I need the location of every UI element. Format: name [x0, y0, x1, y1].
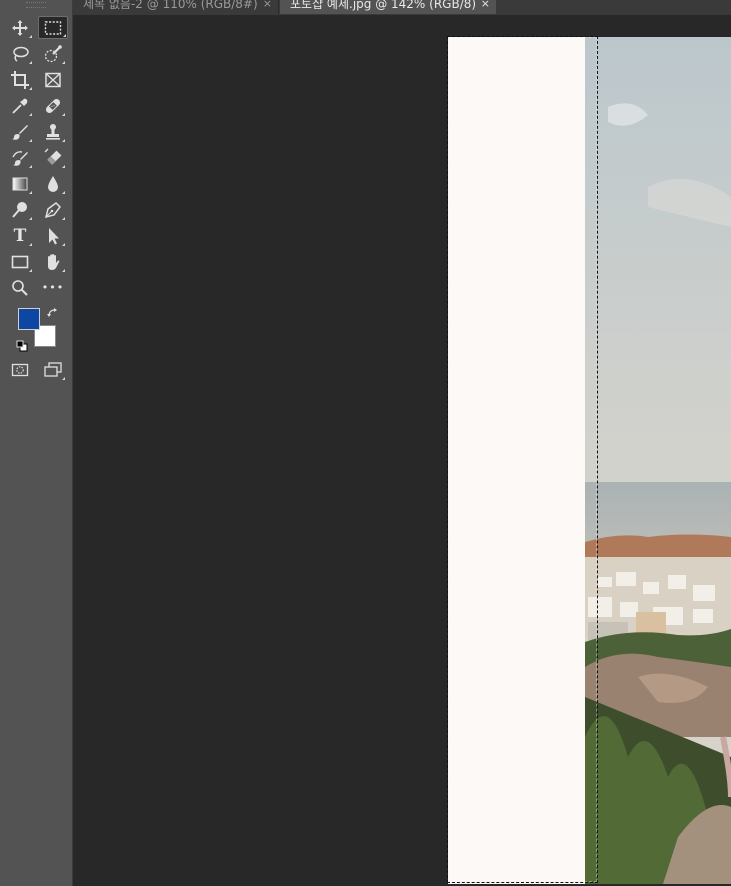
- zoom-icon: [12, 280, 28, 296]
- arrow-icon: [49, 228, 59, 245]
- tab-label: 제목 없음-2 @ 110% (RGB/8#): [83, 0, 258, 11]
- pen-tool[interactable]: [40, 199, 66, 221]
- drop-icon: [48, 176, 58, 192]
- move-tool[interactable]: [7, 17, 33, 39]
- brush-tool[interactable]: [7, 121, 33, 143]
- swap-colors-icon[interactable]: [47, 306, 61, 320]
- hand-tool[interactable]: [40, 251, 66, 273]
- frame-tool[interactable]: [40, 69, 66, 91]
- default-colors-icon[interactable]: [16, 340, 28, 352]
- rectangular-marquee-tool[interactable]: [38, 16, 68, 39]
- quick-mask-icon: [11, 363, 29, 377]
- eyedropper-icon: [12, 98, 28, 114]
- eraser-tool[interactable]: [40, 147, 66, 169]
- eraser-icon: [44, 148, 62, 165]
- healing-brush-tool[interactable]: [40, 95, 66, 117]
- screen-mode-icon: [44, 362, 62, 377]
- edit-toolbar[interactable]: •••: [40, 277, 66, 299]
- zoom-tool[interactable]: [7, 277, 33, 299]
- pen-icon: [44, 202, 61, 219]
- rectangle-icon: [11, 255, 29, 269]
- eyedropper-tool[interactable]: [7, 95, 33, 117]
- stamp-icon: [46, 124, 60, 140]
- clone-stamp-tool[interactable]: [40, 121, 66, 143]
- quick-selection-tool[interactable]: [40, 43, 66, 65]
- tab-label: 포토샵 예제.jpg @ 142% (RGB/8): [290, 0, 477, 11]
- lasso-tool[interactable]: [7, 43, 33, 65]
- frame-icon: [45, 72, 61, 88]
- gradient-tool[interactable]: [7, 173, 33, 195]
- bandage-icon: [45, 98, 61, 114]
- gradient-icon: [12, 177, 28, 191]
- close-tab-icon[interactable]: ×: [481, 0, 490, 14]
- crop-icon: [11, 71, 29, 89]
- screen-mode[interactable]: [40, 359, 66, 381]
- path-selection-tool[interactable]: [40, 225, 66, 247]
- document-tab-photoshop-example[interactable]: 포토샵 예제.jpg @ 142% (RGB/8) ×: [280, 0, 496, 14]
- document-image[interactable]: [448, 37, 731, 884]
- document-tab-untitled-2[interactable]: 제목 없음-2 @ 110% (RGB/8#) ×: [73, 0, 279, 14]
- type-tool[interactable]: T: [7, 225, 33, 247]
- hand-icon: [48, 254, 60, 270]
- history-brush-tool[interactable]: [7, 147, 33, 169]
- document-tab-bar: 제목 없음-2 @ 110% (RGB/8#) × 포토샵 예제.jpg @ 1…: [73, 0, 731, 15]
- tools-panel: T •••: [0, 0, 73, 886]
- blur-tool[interactable]: [40, 173, 66, 195]
- foreground-color-swatch[interactable]: [18, 308, 40, 330]
- document-canvas[interactable]: [73, 15, 731, 886]
- marquee-icon: [44, 20, 62, 35]
- quick-mask-mode[interactable]: [7, 359, 33, 381]
- more-icon: •••: [41, 281, 65, 294]
- history-brush-icon: [12, 151, 28, 166]
- brush-icon: [12, 125, 28, 140]
- rectangle-tool[interactable]: [7, 251, 33, 273]
- move-icon: [12, 20, 28, 36]
- dodge-tool[interactable]: [7, 199, 33, 221]
- photo-preview: [448, 37, 731, 884]
- quick-selection-icon: [44, 45, 62, 63]
- crop-tool[interactable]: [7, 69, 33, 91]
- lasso-icon: [13, 46, 29, 62]
- type-icon: T: [13, 226, 27, 246]
- panel-grip[interactable]: [26, 2, 46, 8]
- dodge-icon: [12, 202, 27, 218]
- close-tab-icon[interactable]: ×: [263, 0, 272, 14]
